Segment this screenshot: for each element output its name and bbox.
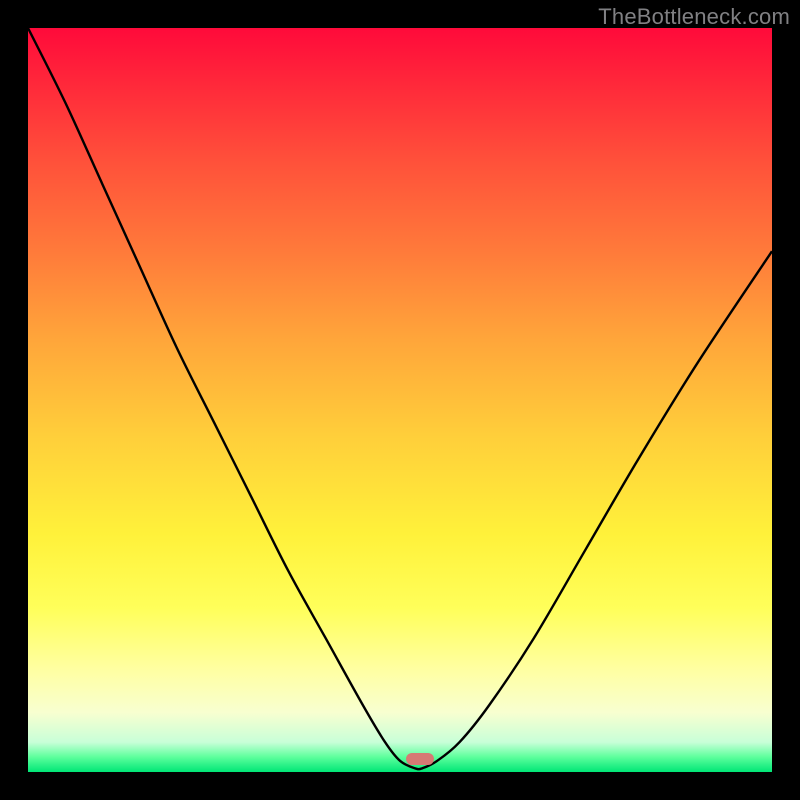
plot-area: [28, 28, 772, 772]
curve-path: [28, 28, 772, 769]
bottleneck-curve: [28, 28, 772, 772]
watermark-text: TheBottleneck.com: [598, 4, 790, 30]
optimal-marker: [406, 753, 434, 765]
chart-frame: TheBottleneck.com: [0, 0, 800, 800]
